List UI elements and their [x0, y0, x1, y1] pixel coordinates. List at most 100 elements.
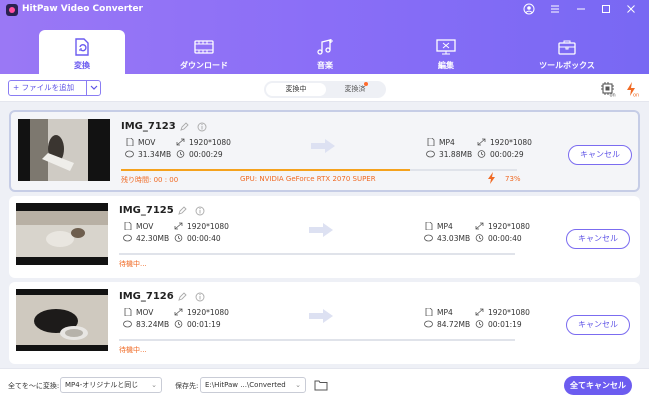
rename-icon[interactable] [177, 292, 187, 302]
chevron-down-icon: ⌄ [295, 381, 301, 389]
progress-fill [121, 169, 411, 171]
footer: 全てを～に変換: MP4-オリジナルと同じ ⌄ 保存先: E:\HitPaw .… [0, 368, 649, 400]
target-size: 31.88MB [426, 150, 472, 159]
target-duration: 00:00:40 [475, 234, 522, 243]
source-size: 83.24MB [123, 320, 169, 329]
tab-music[interactable]: 音楽 [282, 30, 368, 74]
clock-icon [475, 320, 484, 328]
storage-icon [424, 320, 433, 328]
video-thumbnail [18, 119, 110, 181]
main-nav: 変換 ダウンロード 音楽 編集 ツールボックス [0, 30, 649, 74]
target-format: MP4 [424, 222, 453, 231]
cancel-button[interactable]: キャンセル [566, 229, 630, 249]
source-duration: 00:01:19 [174, 320, 221, 329]
resize-icon [477, 138, 486, 146]
chevron-down-icon: ⌄ [151, 381, 157, 389]
storage-icon [123, 320, 132, 328]
remaining-time: 残り時間: 00 : 00 [121, 176, 179, 184]
target-resolution: 1920*1080 [475, 222, 530, 231]
source-resolution: 1920*1080 [174, 308, 229, 317]
resize-icon [174, 222, 183, 230]
header: HitPaw Video Converter 変換 ダウンロード 音楽 編集 ツ… [0, 0, 649, 74]
status-segment: 変換中 変換済 [264, 81, 386, 98]
file-card[interactable]: IMG_7126 MOV 83.24MB 1920*1080 00:01:19 … [9, 282, 640, 364]
hardware-acceleration-icon[interactable]: on [600, 81, 616, 99]
tab-label: ツールボックス [539, 61, 595, 70]
info-icon[interactable] [195, 292, 205, 302]
progress-bar [119, 339, 515, 341]
tab-label: ダウンロード [180, 61, 228, 70]
file-card[interactable]: IMG_7125 MOV 42.30MB 1920*1080 00:00:40 … [9, 196, 640, 278]
target-format: MP4 [424, 308, 453, 317]
segment-converting[interactable]: 変換中 [266, 83, 326, 96]
convert-arrow-icon [309, 223, 333, 237]
add-file-button[interactable]: + ファイルを追加 [8, 80, 101, 96]
clock-icon [174, 320, 183, 328]
toolbar: + ファイルを追加 変換中 変換済 [0, 74, 649, 102]
storage-icon [125, 150, 134, 158]
toolbox-icon [558, 40, 576, 55]
account-icon[interactable] [522, 3, 536, 17]
svg-text:on: on [610, 93, 616, 98]
source-format: MOV [123, 222, 153, 231]
waiting-status: 待機中... [119, 346, 147, 354]
resize-icon [475, 222, 484, 230]
target-resolution: 1920*1080 [477, 138, 532, 147]
tab-label: 変換 [74, 61, 90, 70]
file-icon [124, 308, 132, 316]
video-thumbnail [16, 203, 108, 265]
info-icon[interactable] [197, 122, 207, 132]
cancel-button[interactable]: キャンセル [566, 315, 630, 335]
source-resolution: 1920*1080 [176, 138, 231, 147]
source-size: 42.30MB [123, 234, 169, 243]
target-size: 84.72MB [424, 320, 470, 329]
file-icon [124, 222, 132, 230]
app-logo-icon [6, 4, 18, 16]
storage-icon [426, 150, 435, 158]
target-format: MP4 [426, 138, 455, 147]
resize-icon [176, 138, 185, 146]
progress-bar [119, 253, 515, 255]
target-duration: 00:01:19 [475, 320, 522, 329]
app-title: HitPaw Video Converter [22, 4, 143, 14]
convert-icon [75, 38, 89, 56]
video-thumbnail [16, 289, 108, 351]
menu-icon[interactable] [548, 3, 562, 17]
cancel-button[interactable]: キャンセル [568, 145, 632, 165]
clock-icon [174, 234, 183, 242]
source-size: 31.34MB [125, 150, 171, 159]
tab-edit[interactable]: 編集 [403, 30, 489, 74]
tab-convert[interactable]: 変換 [39, 30, 125, 74]
folder-icon[interactable] [314, 378, 328, 391]
file-icon [425, 308, 433, 316]
convert-all-select[interactable]: MP4-オリジナルと同じ ⌄ [60, 377, 162, 393]
save-location-select[interactable]: E:\HitPaw ...\Converted ⌄ [200, 377, 306, 393]
resize-icon [174, 308, 183, 316]
segment-converted[interactable]: 変換済 [326, 83, 384, 96]
storage-icon [424, 234, 433, 242]
cancel-all-button[interactable]: 全てキャンセル [564, 376, 632, 395]
target-resolution: 1920*1080 [475, 308, 530, 317]
file-icon [425, 222, 433, 230]
rename-icon[interactable] [177, 206, 187, 216]
rename-icon[interactable] [179, 122, 189, 132]
chevron-down-icon[interactable] [89, 81, 99, 100]
convert-all-value: MP4-オリジナルと同じ [65, 381, 139, 389]
progress-percent: 73% [505, 175, 521, 183]
waiting-status: 待機中... [119, 260, 147, 268]
save-location-label: 保存先: [175, 382, 199, 390]
file-card[interactable]: IMG_7123 MOV 31.34MB 1920*1080 00:00:29 … [9, 110, 640, 192]
convert-arrow-icon [309, 309, 333, 323]
close-icon[interactable] [624, 3, 638, 17]
target-duration: 00:00:29 [477, 150, 524, 159]
music-add-icon [317, 39, 333, 55]
info-icon[interactable] [195, 206, 205, 216]
minimize-icon[interactable] [574, 3, 588, 17]
tab-download[interactable]: ダウンロード [161, 30, 247, 74]
tab-toolbox[interactable]: ツールボックス [524, 30, 610, 74]
file-name: IMG_7125 [119, 205, 174, 216]
edit-screen-icon [436, 39, 456, 55]
progress-bar [121, 169, 517, 171]
turbo-bolt-icon[interactable]: on [624, 81, 640, 99]
maximize-icon[interactable] [599, 3, 613, 17]
